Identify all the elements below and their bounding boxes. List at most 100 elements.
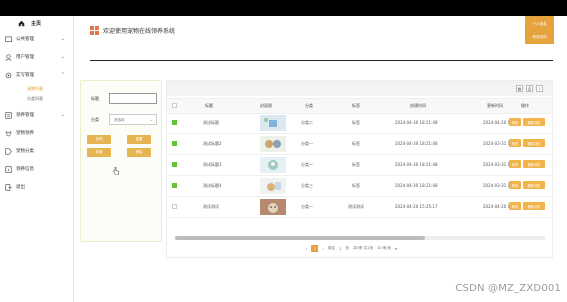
table-row: 测试标题 分类二 标签 2024-04-30 18:21:48 2024-04-… (167, 113, 552, 134)
row-created: 2024-04-30 18:21:48 (395, 141, 438, 146)
col-actions: 操作 (521, 103, 529, 108)
row-title: 测试标题2 (203, 141, 222, 146)
sidebar: 主页 公共管理 ⌄ 用户管理 ⌄ 实写管理 ⌃ 宠物列表 分类列表 领养管理 ⌄… (0, 16, 74, 302)
add-button[interactable]: 新增 (87, 148, 111, 157)
delete-button[interactable]: 删除 (127, 148, 151, 157)
search-button[interactable]: 查询 (87, 135, 111, 144)
columns-icon[interactable]: ▦ (516, 85, 523, 92)
sidebar-item-adoption-mgmt[interactable]: 领养管理 ⌄ (0, 106, 73, 124)
profile-link[interactable]: 个人信息 (525, 16, 554, 27)
hand-cursor-icon (113, 167, 119, 175)
sidebar-item-logout[interactable]: 退出 (0, 178, 73, 196)
page-size-select[interactable]: 10 条/页 (377, 246, 391, 251)
change-password-link[interactable]: 修改密码 (525, 27, 554, 40)
sidebar-home-label: 主页 (31, 20, 42, 27)
user-icon (4, 53, 12, 61)
settings-icon (4, 71, 12, 79)
sidebar-item-content[interactable]: 实写管理 ⌃ (0, 66, 73, 84)
category-filter-label: 分类 (91, 117, 99, 122)
row-tag: 标签 (352, 120, 360, 125)
list-icon (4, 111, 12, 119)
table-row: 测试标题4 分类三 标签 2024-04-30 18:21:48 2024-03… (167, 176, 552, 197)
title-filter-label: 标题 (91, 96, 99, 101)
page-header: 欢迎使用宠物在线领养系统 (90, 26, 175, 35)
col-category: 分类 (305, 103, 313, 108)
user-panel: 个人信息 修改密码 (525, 16, 554, 44)
row-category: 分类一 (301, 162, 313, 167)
chevron-down-icon: ▾ (395, 246, 397, 251)
row-updated: 2024-03-31 1 (483, 183, 511, 188)
table-row: 测试测试 分类一 测试测试 2024-04-20 15:25:17 2024-0… (167, 197, 552, 218)
page-number[interactable]: 1 (311, 245, 319, 252)
header-divider (90, 60, 553, 61)
row-category: 分类二 (301, 120, 313, 125)
title-filter-input[interactable] (109, 93, 157, 104)
delete-detail-button[interactable]: 删除详情 (523, 202, 545, 210)
watermark: CSDN @MZ_ZXD001 (455, 283, 561, 294)
top-bar (0, 0, 567, 16)
sidebar-item-pet-category[interactable]: 宠物分类 (0, 142, 73, 160)
sidebar-item-label: 领养管理 (16, 113, 34, 118)
sidebar-item-users[interactable]: 用户管理 ⌄ (0, 48, 73, 66)
sidebar-item-label: 宠物分类 (16, 149, 34, 154)
edit-button[interactable]: 修改 (509, 160, 521, 168)
delete-detail-button[interactable]: 删除详情 (523, 139, 545, 147)
sidebar-item-label: 宠物领养 (16, 131, 34, 136)
table-header: 标题 封面图 分类 标签 创建时间 更新时间 操作 (167, 98, 552, 114)
sidebar-item-adoption-info[interactable]: 领养信息 (0, 160, 73, 178)
sidebar-item-label: 退出 (16, 185, 25, 190)
reset-button[interactable]: 重置 (127, 135, 151, 144)
scrollbar-thumb[interactable] (175, 236, 425, 240)
col-created: 创建时间 (410, 103, 426, 108)
row-checkbox[interactable] (172, 183, 177, 188)
row-created: 2024-04-30 18:21:48 (395, 183, 438, 188)
select-all-checkbox[interactable] (172, 103, 177, 108)
edit-button[interactable]: 修改 (509, 202, 521, 210)
table-toolbar: ▦ ⎙ ⇩ (167, 81, 552, 96)
edit-button[interactable]: 修改 (509, 139, 521, 147)
chevron-down-icon: ⌄ (60, 36, 65, 42)
row-title: 测试标题 (203, 120, 219, 125)
sidebar-item-label: 用户管理 (16, 55, 34, 60)
row-checkbox[interactable] (172, 141, 177, 146)
row-created: 2024-04-30 18:21:48 (395, 120, 438, 125)
prev-page-icon[interactable]: ‹ (306, 247, 307, 251)
row-title: 测试标题3 (203, 162, 222, 167)
row-title: 测试测试 (203, 204, 219, 209)
chevron-down-icon: ⌄ (149, 117, 153, 122)
chevron-down-icon: ⌄ (60, 54, 65, 60)
row-updated: 2024-03-31 1 (483, 141, 511, 146)
row-checkbox[interactable] (172, 162, 177, 167)
row-created: 2024-04-20 15:25:17 (395, 204, 438, 209)
row-updated: 2024-04-20 1 (483, 204, 511, 209)
edit-button[interactable]: 修改 (509, 181, 521, 189)
main-content: 欢迎使用宠物在线领养系统 个人信息 修改密码 标题 分类 请选择 ⌄ 查询 重置… (74, 16, 567, 302)
home-icon (18, 20, 25, 26)
category-select[interactable]: 请选择 ⌄ (109, 114, 157, 125)
goto-page-value[interactable]: 1 (339, 247, 341, 251)
edit-button[interactable]: 修改 (509, 118, 521, 126)
row-checkbox[interactable] (172, 204, 177, 209)
sidebar-item-label: 领养信息 (16, 167, 34, 172)
grid-icon (90, 26, 99, 35)
cover-image (260, 157, 286, 173)
row-category: 分类三 (301, 183, 313, 188)
info-icon (4, 165, 12, 173)
col-title: 标题 (205, 103, 213, 108)
export-icon[interactable]: ⇩ (536, 85, 543, 92)
sidebar-home[interactable]: 主页 (0, 16, 73, 30)
chevron-up-icon: ⌃ (60, 72, 65, 78)
delete-detail-button[interactable]: 删除详情 (523, 118, 545, 126)
next-page-icon[interactable]: › (322, 247, 323, 251)
delete-detail-button[interactable]: 删除详情 (523, 181, 545, 189)
print-icon[interactable]: ⎙ (526, 85, 533, 92)
sidebar-item-pet-adoption[interactable]: 宠物领养 (0, 124, 73, 142)
row-checkbox[interactable] (172, 120, 177, 125)
category-select-value: 请选择 (114, 118, 125, 122)
sidebar-item-label: 公共管理 (16, 37, 34, 42)
delete-detail-button[interactable]: 删除详情 (523, 160, 545, 168)
sidebar-item-public[interactable]: 公共管理 ⌄ (0, 30, 73, 48)
sidebar-subitem-categories[interactable]: 分类列表 (0, 94, 73, 104)
sidebar-subitem-pets[interactable]: 宠物列表 (0, 84, 73, 94)
row-tag: 标签 (352, 162, 360, 167)
